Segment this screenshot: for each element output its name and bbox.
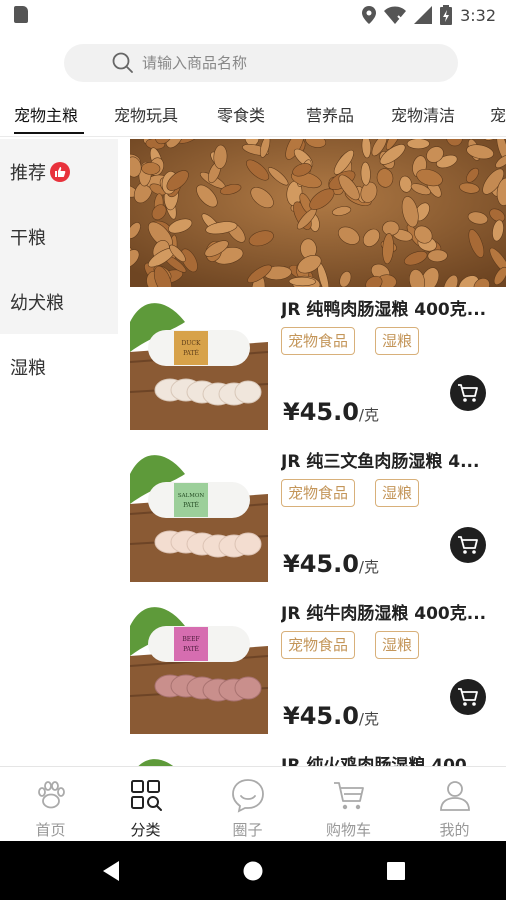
add-to-cart-button[interactable] <box>450 527 486 563</box>
product-image[interactable] <box>130 748 268 766</box>
product-card[interactable]: DUCK PATÉ JR 纯鸭肉肠湿粮 400克... 宠物食品 湿粮 ¥45.… <box>130 292 506 432</box>
svg-text:PATÉ: PATÉ <box>183 645 199 653</box>
nav-label: 分类 <box>130 821 161 839</box>
product-price: ¥45.0/克 <box>283 550 379 578</box>
active-tab-indicator <box>14 132 84 134</box>
product-card[interactable]: BEEF PATÉ JR 纯牛肉肠湿粮 400克... 宠物食品 湿粮 ¥45.… <box>130 596 506 736</box>
svg-text:BEEF: BEEF <box>182 636 199 643</box>
product-image[interactable]: BEEF PATÉ <box>130 596 268 734</box>
nav-category[interactable]: 分类 <box>95 767 196 842</box>
nav-label: 圈子 <box>232 821 263 839</box>
svg-text:PATÉ: PATÉ <box>183 501 199 509</box>
sidebar-item-puppy-food[interactable]: 幼犬粮 <box>0 269 118 334</box>
sidebar-item-label: 推荐 <box>10 162 46 184</box>
cart-icon <box>458 384 478 402</box>
tab-more[interactable]: 宠物 <box>490 102 506 126</box>
signal-icon <box>414 6 433 24</box>
kibble-photo <box>130 139 506 287</box>
tab-pet-toys[interactable]: 宠物玩具 <box>114 102 178 126</box>
sidebar-item-label: 干粮 <box>10 227 46 249</box>
nav-cart[interactable]: 购物车 <box>298 767 399 842</box>
chat-bubble-icon <box>231 779 264 813</box>
system-nav-bar <box>0 841 506 900</box>
sidebar-item-label: 幼犬粮 <box>10 292 64 314</box>
sidebar-item-recommend[interactable]: 推荐 <box>0 139 118 204</box>
paw-icon <box>37 781 65 809</box>
category-banner-image[interactable] <box>130 139 506 287</box>
product-tag: 宠物食品 <box>281 479 356 507</box>
wifi-icon <box>384 6 407 24</box>
product-card[interactable]: JR 纯火鸡肉肠湿粮 400... <box>130 748 506 766</box>
tab-snacks[interactable]: 零食类 <box>217 102 265 126</box>
product-price: ¥45.0/克 <box>283 398 379 426</box>
nav-profile[interactable]: 我的 <box>404 767 505 842</box>
product-tag: 湿粮 <box>375 631 420 659</box>
search-icon <box>112 52 133 73</box>
product-title: JR 纯三文鱼肉肠湿粮 4... <box>281 452 480 472</box>
battery-icon <box>440 5 453 25</box>
sd-card-icon <box>14 6 28 23</box>
svg-text:SALMON: SALMON <box>178 493 205 499</box>
sidebar: 推荐 干粮 幼犬粮 湿粮 <box>0 139 118 766</box>
recents-square-icon[interactable] <box>387 862 405 880</box>
thumbs-up-icon <box>50 161 70 182</box>
product-title: JR 纯鸭肉肠湿粮 400克... <box>281 300 487 320</box>
location-icon <box>362 6 377 24</box>
nav-circle[interactable]: 圈子 <box>197 767 298 842</box>
tab-pet-cleaning[interactable]: 宠物清洁 <box>391 102 455 126</box>
cart-icon <box>458 536 478 554</box>
product-price: ¥45.0/克 <box>283 702 379 730</box>
product-card[interactable]: SALMON PATÉ JR 纯三文鱼肉肠湿粮 4... 宠物食品 湿粮 ¥45… <box>130 444 506 584</box>
search-input[interactable] <box>142 44 442 82</box>
search-bar[interactable] <box>64 44 458 82</box>
product-tag: 宠物食品 <box>281 327 356 355</box>
sidebar-item-label: 湿粮 <box>10 357 46 379</box>
svg-text:DUCK: DUCK <box>182 340 201 347</box>
category-grid-icon <box>130 780 162 811</box>
bottom-nav: 首页 分类 圈子 购物车 我的 <box>0 766 506 841</box>
product-title: JR 纯牛肉肠湿粮 400克... <box>281 604 487 624</box>
product-tag: 湿粮 <box>375 479 420 507</box>
back-icon[interactable] <box>101 860 121 882</box>
tab-supplements[interactable]: 营养品 <box>306 102 354 126</box>
sidebar-item-wet-food[interactable]: 湿粮 <box>0 334 118 399</box>
svg-text:PATÉ: PATÉ <box>183 349 199 357</box>
home-circle-icon[interactable] <box>243 861 263 881</box>
product-image[interactable]: SALMON PATÉ <box>130 444 268 582</box>
product-tag: 宠物食品 <box>281 631 356 659</box>
nav-label: 我的 <box>439 821 470 839</box>
tab-pet-food[interactable]: 宠物主粮 <box>14 102 78 126</box>
category-tabs: 宠物主粮 宠物玩具 零食类 营养品 宠物清洁 宠物 <box>0 94 506 136</box>
add-to-cart-button[interactable] <box>450 679 486 715</box>
product-tag: 湿粮 <box>375 327 420 355</box>
nav-label: 首页 <box>35 821 66 839</box>
status-bar: 3:32 <box>0 0 506 30</box>
sidebar-item-dry-food[interactable]: 干粮 <box>0 204 118 269</box>
status-time: 3:32 <box>460 5 496 25</box>
profile-icon <box>439 781 470 811</box>
cart-icon <box>333 782 364 810</box>
product-title: JR 纯火鸡肉肠湿粮 400... <box>281 756 487 766</box>
cart-icon <box>458 688 478 706</box>
product-image[interactable]: DUCK PATÉ <box>130 292 268 430</box>
nav-label: 购物车 <box>325 821 371 839</box>
add-to-cart-button[interactable] <box>450 375 486 411</box>
nav-home[interactable]: 首页 <box>0 767 101 842</box>
divider <box>0 136 506 137</box>
